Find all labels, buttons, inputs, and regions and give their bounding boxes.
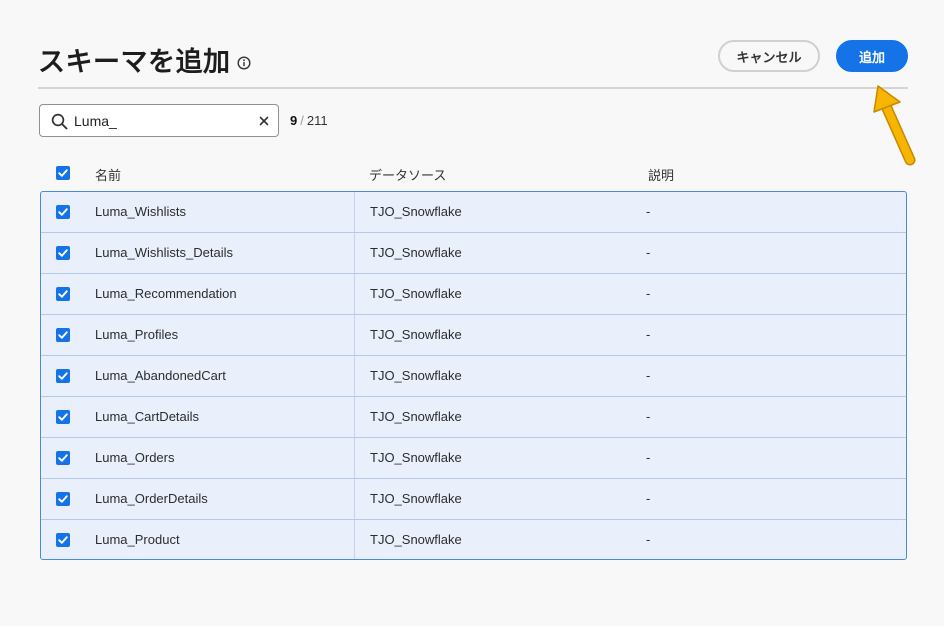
column-separator (354, 192, 355, 232)
schema-name: Luma_Product (95, 532, 180, 547)
checkbox-checked-icon (58, 290, 68, 298)
checkbox-checked-icon (58, 372, 68, 380)
search-input[interactable] (74, 111, 252, 131)
checkbox-checked-icon (58, 331, 68, 339)
schema-name: Luma_Wishlists_Details (95, 245, 233, 260)
data-source: TJO_Snowflake (370, 532, 462, 547)
table-row[interactable]: Luma_AbandonedCart TJO_Snowflake - (41, 356, 906, 397)
row-checkbox[interactable] (56, 328, 70, 342)
row-checkbox[interactable] (56, 533, 70, 547)
row-checkbox[interactable] (56, 369, 70, 383)
row-checkbox[interactable] (56, 246, 70, 260)
table-row[interactable]: Luma_Recommendation TJO_Snowflake - (41, 274, 906, 315)
column-separator (354, 274, 355, 314)
data-source: TJO_Snowflake (370, 450, 462, 465)
title-row: スキーマを追加 (38, 40, 251, 79)
count-separator: / (300, 113, 304, 128)
column-header-name[interactable]: 名前 (95, 165, 121, 184)
data-source: TJO_Snowflake (370, 368, 462, 383)
column-separator (354, 356, 355, 396)
description: - (646, 491, 651, 506)
row-checkbox[interactable] (56, 205, 70, 219)
description: - (646, 368, 651, 383)
description: - (646, 245, 651, 260)
search-field[interactable] (39, 104, 279, 137)
schema-name: Luma_CartDetails (95, 409, 200, 424)
table-row[interactable]: Luma_Product TJO_Snowflake - (41, 520, 906, 559)
data-source: TJO_Snowflake (370, 204, 462, 219)
column-separator (354, 438, 355, 478)
row-checkbox[interactable] (56, 287, 70, 301)
column-header-source[interactable]: データソース (369, 165, 446, 184)
clear-icon[interactable] (256, 113, 272, 129)
checkbox-checked-icon (58, 454, 68, 462)
description: - (646, 204, 651, 219)
selection-count: 9/211 (290, 113, 328, 128)
arrow-annotation (873, 85, 916, 166)
row-checkbox[interactable] (56, 492, 70, 506)
description: - (646, 327, 651, 342)
checkbox-checked-icon (58, 169, 68, 177)
select-all-checkbox[interactable] (56, 166, 70, 180)
data-source: TJO_Snowflake (370, 286, 462, 301)
column-separator (354, 397, 355, 437)
schema-table: Luma_Wishlists TJO_Snowflake - Luma_Wishlis… (40, 191, 907, 560)
row-checkbox[interactable] (56, 451, 70, 465)
add-schema-dialog: スキーマを追加 キャンセル 追加 9/211 (0, 0, 944, 626)
column-separator (354, 520, 355, 559)
description: - (646, 450, 651, 465)
data-source: TJO_Snowflake (370, 245, 462, 260)
checkbox-checked-icon (58, 208, 68, 216)
column-separator (354, 233, 355, 273)
selected-count: 9 (290, 113, 298, 128)
schema-name: Luma_Orders (95, 450, 175, 465)
description: - (646, 409, 651, 424)
checkbox-checked-icon (58, 249, 68, 257)
column-header-description[interactable]: 説明 (648, 165, 674, 184)
data-source: TJO_Snowflake (370, 409, 462, 424)
checkbox-checked-icon (58, 495, 68, 503)
cancel-button[interactable]: キャンセル (718, 40, 820, 72)
table-row[interactable]: Luma_Profiles TJO_Snowflake - (41, 315, 906, 356)
schema-name: Luma_Profiles (95, 327, 179, 342)
table-header: 名前 データソース 説明 (40, 158, 907, 188)
page-title: スキーマを追加 (38, 47, 231, 78)
table-row[interactable]: Luma_Wishlists_Details TJO_Snowflake - (41, 233, 906, 274)
table-row[interactable]: Luma_OrderDetails TJO_Snowflake - (41, 479, 906, 520)
schema-name: Luma_AbandonedCart (95, 368, 226, 383)
info-icon[interactable] (236, 55, 251, 70)
checkbox-checked-icon (58, 536, 68, 544)
schema-name: Luma_Recommendation (95, 286, 237, 301)
schema-name: Luma_Wishlists (95, 204, 187, 219)
add-button[interactable]: 追加 (836, 40, 908, 72)
column-separator (354, 315, 355, 355)
schema-name: Luma_OrderDetails (95, 491, 208, 506)
row-checkbox[interactable] (56, 410, 70, 424)
table-row[interactable]: Luma_Orders TJO_Snowflake - (41, 438, 906, 479)
data-source: TJO_Snowflake (370, 327, 462, 342)
description: - (646, 532, 651, 547)
search-icon (51, 113, 68, 130)
total-count: 211 (306, 113, 328, 128)
column-separator (354, 479, 355, 519)
table-row[interactable]: Luma_CartDetails TJO_Snowflake - (41, 397, 906, 438)
data-source: TJO_Snowflake (370, 491, 462, 506)
header-divider (38, 87, 908, 89)
table-row[interactable]: Luma_Wishlists TJO_Snowflake - (41, 192, 906, 233)
checkbox-checked-icon (58, 413, 68, 421)
description: - (646, 286, 651, 301)
